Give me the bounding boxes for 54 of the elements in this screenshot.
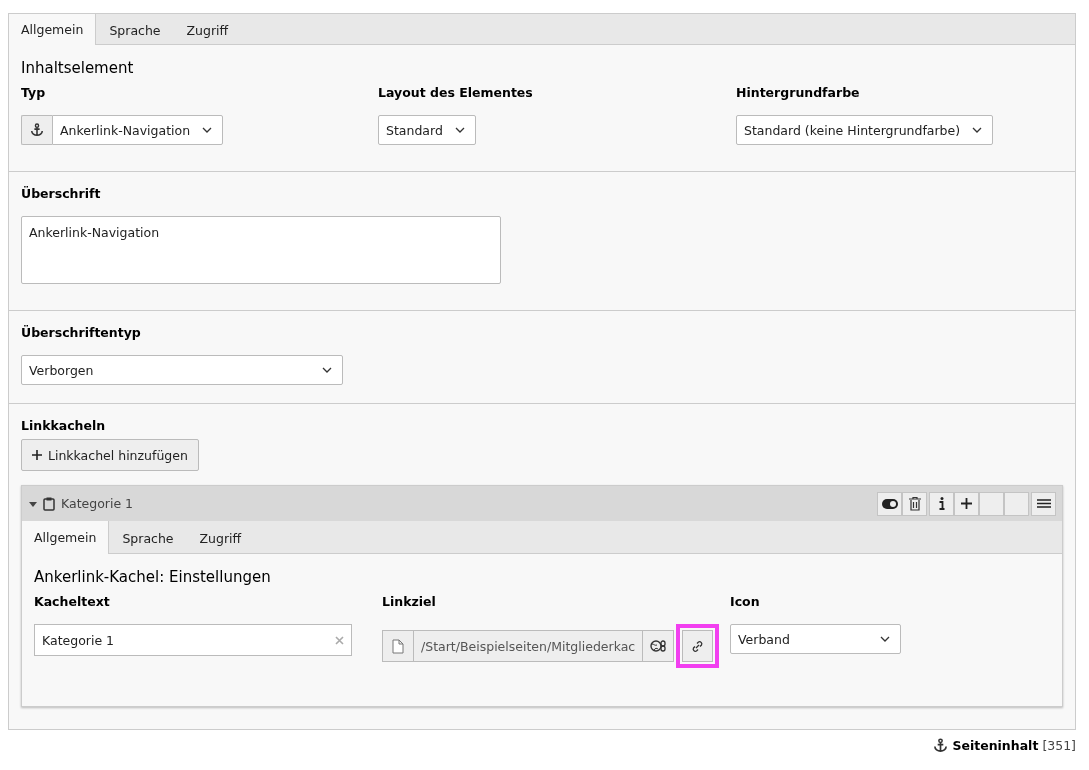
select-field[interactable]: Standard (keine Hintergrundfarbe): [736, 115, 994, 145]
link-icon: [691, 639, 705, 653]
tab[interactable]: Zugriff: [186, 521, 255, 554]
tab[interactable]: Sprache: [109, 521, 187, 554]
toggle-button[interactable]: [877, 491, 902, 516]
field-label: Kacheltext: [34, 594, 111, 609]
chevron-down-icon: [322, 367, 332, 373]
heading-input[interactable]: Ankerlink-Navigation: [21, 216, 501, 284]
chevron-down-icon: [454, 127, 465, 133]
add-button[interactable]: [954, 491, 979, 516]
text-input[interactable]: Kategorie 1: [34, 624, 352, 656]
field-label: Typ: [21, 85, 47, 100]
select-field[interactable]: Ankerlink-Navigation: [52, 115, 224, 145]
toggle-icon: [881, 498, 898, 509]
section-title: Inhaltselement: [21, 59, 135, 77]
select-field[interactable]: Standard: [378, 115, 476, 145]
tile-title: Kategorie 1: [61, 496, 134, 511]
field-label: Hintergrundfarbe: [736, 85, 861, 100]
link-target-input[interactable]: /Start/Beispielseiten/Mitgliederkac: [413, 630, 644, 662]
select-field[interactable]: Verborgen: [21, 355, 343, 385]
chevron-down-icon: [880, 636, 890, 642]
link-button[interactable]: [682, 630, 714, 662]
field-label: Icon: [730, 594, 761, 609]
caret-down-icon[interactable]: [29, 499, 37, 508]
trash-icon: [908, 496, 921, 511]
link-browser-button[interactable]: [643, 630, 675, 662]
add-tile-button[interactable]: Linkkachel hinzufügen: [21, 439, 199, 471]
globe-link-icon: [650, 639, 667, 653]
drag-handle[interactable]: [1031, 491, 1056, 516]
field-label: Linkkacheln: [21, 418, 107, 433]
field-label: Überschrift: [21, 186, 102, 201]
section-title: Ankerlink-Kachel: Einstellungen: [34, 568, 272, 586]
info-icon: [938, 497, 945, 510]
page-icon: [392, 638, 404, 654]
tab[interactable]: Allgemein: [22, 521, 110, 554]
record-id: [351]: [1042, 738, 1076, 753]
field-label: Linkziel: [382, 594, 437, 609]
tab[interactable]: Allgemein: [9, 14, 97, 45]
plus-icon: [961, 498, 972, 509]
chevron-down-icon: [972, 127, 983, 133]
tab[interactable]: Sprache: [96, 14, 174, 45]
record-type: Seiteninhalt: [952, 738, 1039, 753]
anchor-icon: [30, 123, 44, 137]
anchor-icon: [933, 738, 949, 753]
menu-icon: [1036, 499, 1051, 508]
field-label: Layout des Elementes: [378, 85, 534, 100]
clipboard-icon: [43, 496, 55, 511]
select-field[interactable]: Verband: [730, 624, 901, 654]
field-label: Überschriftentyp: [21, 325, 142, 340]
info-button[interactable]: [929, 491, 954, 516]
chevron-down-icon: [202, 127, 213, 133]
delete-button[interactable]: [902, 491, 927, 516]
plus-icon: [32, 450, 42, 460]
tab[interactable]: Zugriff: [173, 14, 242, 45]
